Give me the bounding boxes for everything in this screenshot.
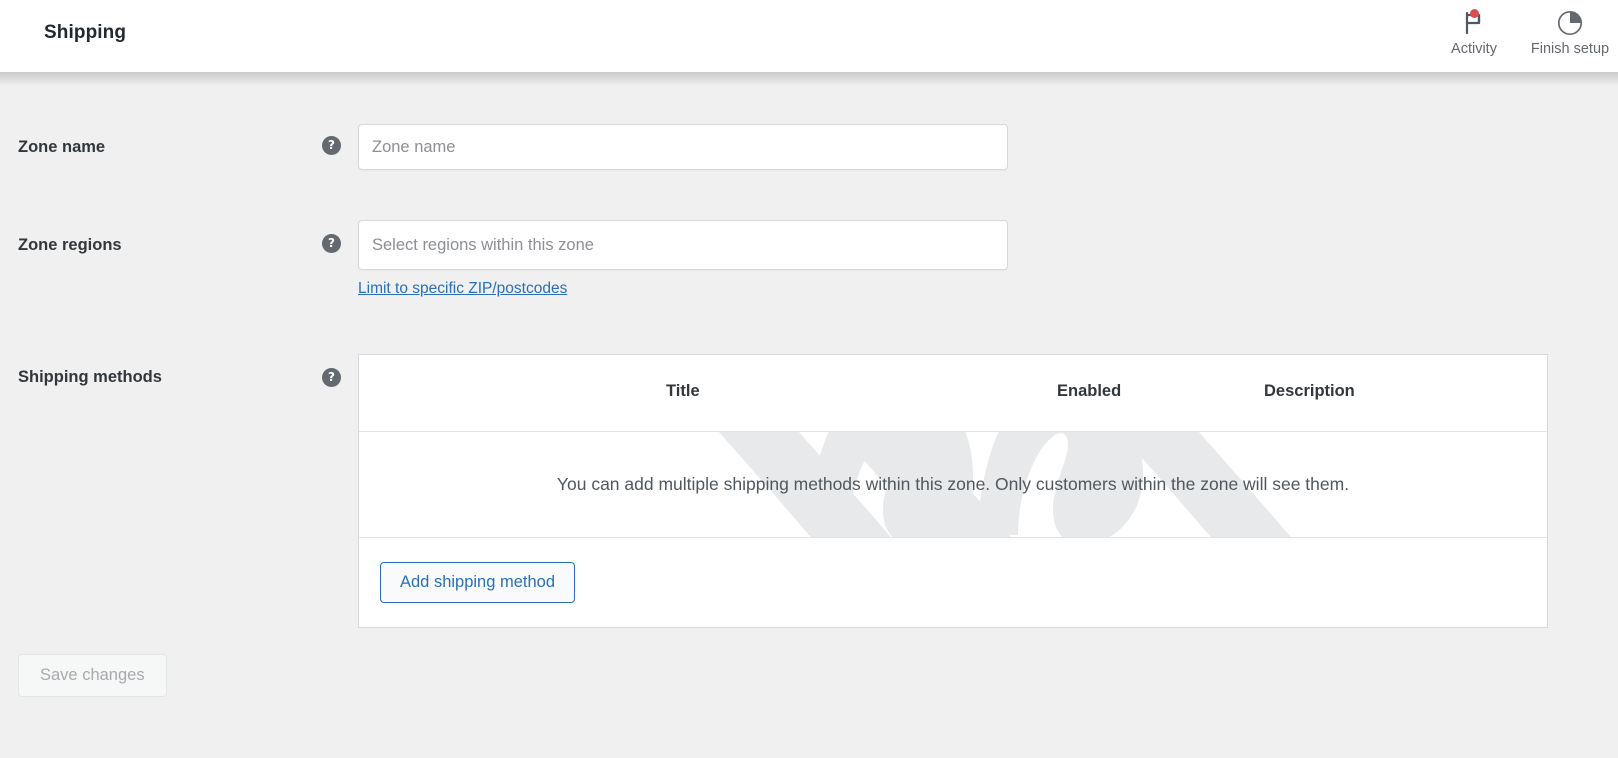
limit-zip-postcodes-link[interactable]: Limit to specific ZIP/postcodes bbox=[358, 280, 567, 298]
table-footer-row: Add shipping method bbox=[359, 538, 1547, 627]
shipping-methods-table: Title Enabled Description You can add mu… bbox=[358, 354, 1548, 628]
zone-name-input[interactable] bbox=[358, 124, 1008, 170]
zone-name-help-icon[interactable]: ? bbox=[322, 136, 341, 155]
page-title: Shipping bbox=[44, 22, 127, 43]
zone-regions-input[interactable] bbox=[358, 220, 1008, 270]
zone-regions-row: Zone regions ? Limit to specific ZIP/pos… bbox=[0, 220, 1618, 330]
finish-setup-label: Finish setup bbox=[1530, 41, 1610, 57]
column-header-title: Title bbox=[666, 382, 700, 400]
zone-name-row: Zone name ? bbox=[0, 122, 1618, 180]
zone-regions-help-icon[interactable]: ? bbox=[322, 234, 341, 253]
activity-label: Activity bbox=[1451, 41, 1497, 57]
activity-button[interactable]: Activity bbox=[1426, 0, 1522, 57]
app-header: Shipping Activity Finish setup bbox=[0, 0, 1618, 86]
shipping-methods-label: Shipping methods bbox=[18, 368, 162, 386]
shipping-methods-help-icon[interactable]: ? bbox=[322, 368, 341, 387]
save-changes-button[interactable]: Save changes bbox=[18, 654, 167, 697]
activity-badge-dot bbox=[1470, 9, 1479, 18]
zone-regions-label: Zone regions bbox=[18, 236, 122, 254]
progress-circle-icon bbox=[1557, 8, 1583, 38]
column-header-enabled: Enabled bbox=[1057, 382, 1122, 400]
column-header-description: Description bbox=[1264, 382, 1355, 400]
header-actions: Activity Finish setup bbox=[1426, 0, 1618, 72]
flag-icon bbox=[1463, 8, 1485, 38]
empty-state-message: You can add multiple shipping methods wi… bbox=[556, 474, 1350, 494]
settings-content: Zone name ? Zone regions ? Limit to spec… bbox=[0, 72, 1618, 758]
table-empty-row: You can add multiple shipping methods wi… bbox=[359, 432, 1547, 538]
add-shipping-method-button[interactable]: Add shipping method bbox=[380, 562, 576, 603]
finish-setup-button[interactable]: Finish setup bbox=[1522, 0, 1618, 57]
zone-name-label: Zone name bbox=[18, 138, 106, 156]
table-header-row: Title Enabled Description bbox=[359, 355, 1547, 432]
